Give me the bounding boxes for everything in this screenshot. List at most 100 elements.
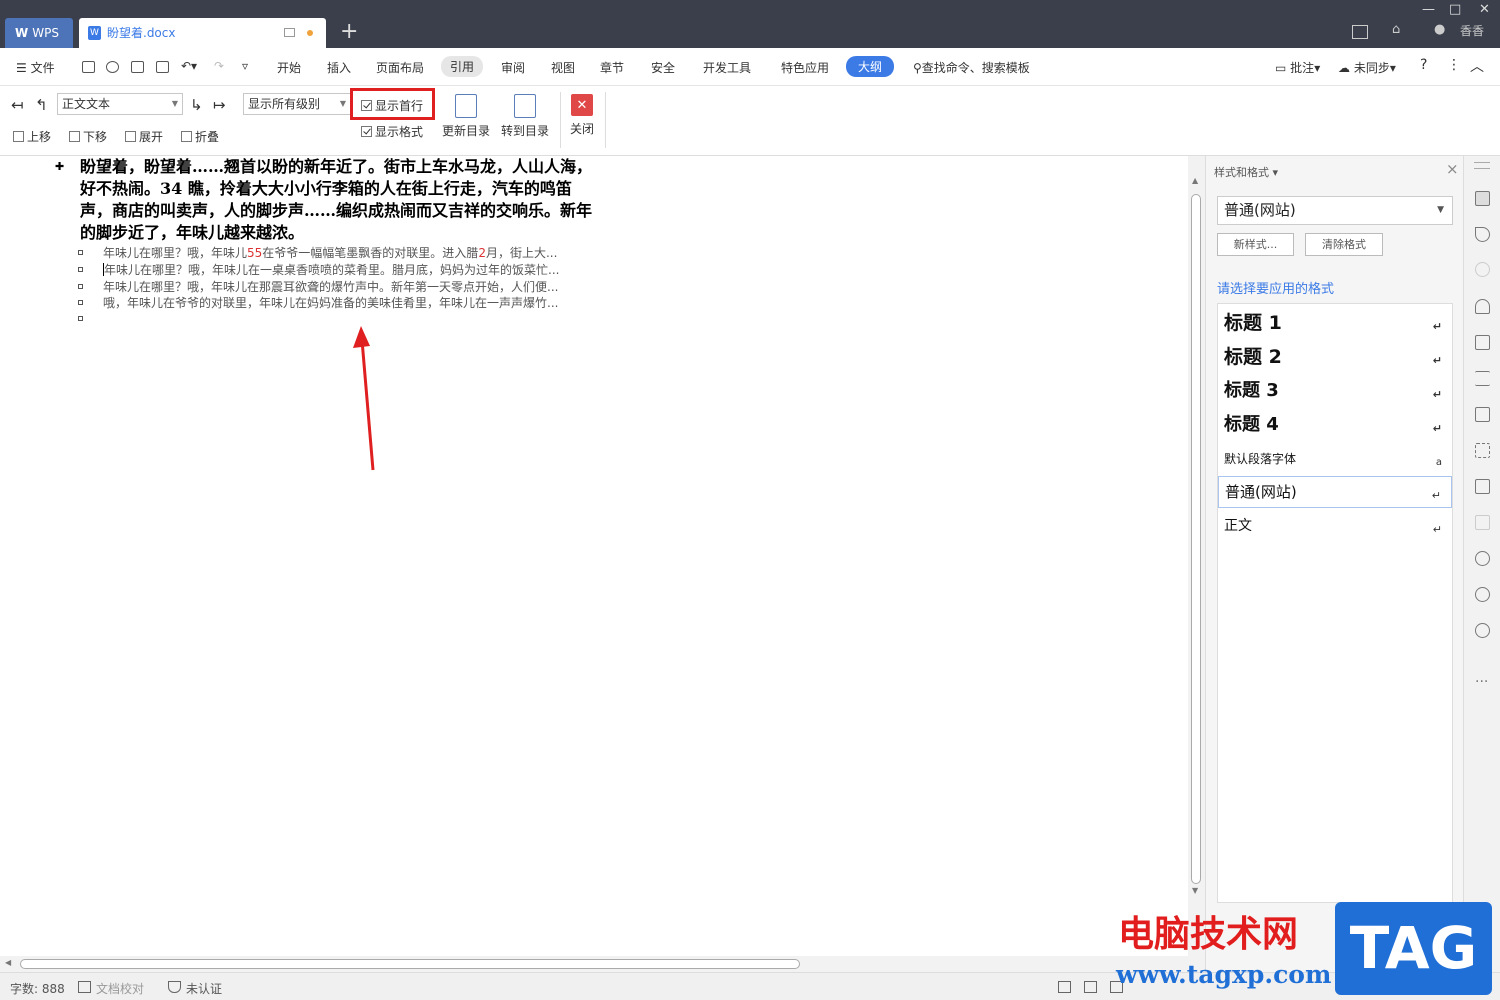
current-style-select[interactable]: 普通(网站) ▼ [1217, 196, 1453, 225]
shirt-skin-icon[interactable]: ⌂ [1392, 22, 1400, 37]
show-level-combo[interactable]: 显示所有级别 ▼ [243, 93, 351, 115]
quick-access-dropdown-icon[interactable]: ▿ [242, 59, 248, 73]
clear-format-button[interactable]: 清除格式 [1305, 233, 1383, 256]
demote-to-body-icon[interactable]: ↦ [213, 96, 226, 114]
command-search[interactable]: ⚲查找命令、搜索模板 [913, 59, 1030, 76]
text-effect-icon[interactable] [1475, 299, 1490, 314]
select-cursor-icon[interactable] [1475, 227, 1490, 242]
demote-icon[interactable]: ↳ [190, 96, 203, 114]
promote-icon[interactable]: ↰ [35, 96, 48, 114]
style-item-body-text[interactable]: 正文 ↵ [1218, 510, 1452, 542]
menu-section[interactable]: 章节 [600, 59, 624, 76]
print-preview-icon[interactable] [156, 61, 169, 73]
scroll-up-icon[interactable]: ▲ [1192, 176, 1198, 185]
horizontal-scroll-thumb[interactable] [20, 959, 800, 969]
undo-icon[interactable]: ↶▾ [181, 59, 197, 73]
close-window-icon[interactable]: ✕ [1479, 2, 1490, 17]
collapse-button[interactable]: 折叠 [181, 128, 219, 145]
expand-button[interactable]: 展开 [125, 128, 163, 145]
vertical-scrollbar[interactable]: ▲ ▼ [1188, 156, 1205, 956]
wps-home-tab[interactable]: W WPS [5, 18, 73, 48]
outline-bullet-icon[interactable] [78, 284, 83, 289]
outline-line-1[interactable]: 年味儿在哪里？哦，年味儿55在爷爷一幅幅笔墨飘香的对联里。进入腊2月，街上大..… [103, 244, 598, 261]
style-item-heading2[interactable]: 标题 2 ↵ [1218, 341, 1452, 373]
proofread-button[interactable]: 文档校对 [96, 980, 144, 997]
horizontal-scrollbar[interactable]: ◀ [0, 956, 1205, 972]
styles-panel-title[interactable]: 样式和格式 ▾ [1214, 164, 1278, 180]
style-brush-icon[interactable] [1475, 191, 1490, 206]
save-icon[interactable] [82, 61, 95, 73]
collapse-ribbon-icon[interactable]: ︿ [1470, 56, 1484, 76]
document-canvas[interactable]: ✚ 盼望着，盼望着……翘首以盼的新年近了。街市上车水马龙，人山人海，好不热闹。3… [0, 156, 1188, 956]
outline-bullet-icon[interactable] [78, 267, 83, 272]
help-icon[interactable]: ? [1420, 57, 1427, 73]
style-item-default-font[interactable]: 默认段落字体 a [1218, 443, 1452, 475]
translate-icon[interactable] [1475, 443, 1490, 458]
outline-line-3[interactable]: 年味儿在哪里？哦，年味儿在那震耳欲聋的爆竹声中。新年第一天零点开始，人们便... [103, 278, 598, 295]
menu-review[interactable]: 审阅 [501, 59, 525, 76]
reading-mode-icon[interactable] [1084, 981, 1097, 993]
comment-menu[interactable]: ▭ 批注▾ [1275, 59, 1320, 76]
menu-developer[interactable]: 开发工具 [703, 59, 751, 76]
sync-menu[interactable]: ☁ 未同步▾ [1338, 59, 1396, 76]
menu-security[interactable]: 安全 [651, 59, 675, 76]
vertical-scroll-thumb[interactable] [1191, 194, 1201, 884]
move-up-button[interactable]: 上移 [13, 128, 51, 145]
scroll-left-icon[interactable]: ◀ [5, 958, 11, 967]
style-item-normal-web[interactable]: 普通(网站) ↵ [1218, 476, 1452, 508]
outline-bullet-icon[interactable] [78, 316, 83, 321]
more-tools-icon[interactable]: ··· [1475, 674, 1488, 690]
settings-sliders-icon[interactable] [1475, 371, 1490, 386]
maximize-icon[interactable]: □ [1449, 2, 1461, 17]
menu-special-apps[interactable]: 特色应用 [781, 59, 829, 76]
table-icon[interactable] [1475, 335, 1490, 350]
menu-outline[interactable]: 大纲 [846, 56, 895, 77]
scroll-down-icon[interactable]: ▼ [1192, 886, 1198, 895]
redo-icon[interactable]: ↷ [214, 59, 224, 73]
move-down-button[interactable]: 下移 [69, 128, 107, 145]
show-format-checkbox[interactable]: 显示格式 [361, 123, 423, 140]
screen-icon[interactable] [284, 28, 295, 37]
menu-page-layout[interactable]: 页面布局 [376, 59, 424, 76]
picture-icon[interactable] [1475, 515, 1490, 530]
outline-level-combo[interactable]: 正文文本 ▼ [57, 93, 183, 115]
heading-expand-marker-icon[interactable]: ✚ [55, 160, 64, 173]
menu-start[interactable]: 开始 [277, 59, 301, 76]
document-tab[interactable]: W 盼望着.docx [79, 18, 326, 48]
outline-line-4[interactable]: 哦，年味儿在爷爷的对联里，年味儿在妈妈准备的美味佳肴里，年味儿在一声声爆竹... [103, 294, 598, 311]
image-search-icon[interactable] [1475, 407, 1490, 422]
file-menu[interactable]: ☰ 文件 [16, 59, 55, 76]
promote-to-heading1-icon[interactable]: ↤ [11, 96, 24, 114]
menu-view[interactable]: 视图 [551, 59, 575, 76]
menu-insert[interactable]: 插入 [327, 59, 351, 76]
minimize-icon[interactable]: — [1422, 2, 1435, 17]
verification-status[interactable]: 未认证 [186, 980, 222, 997]
word-count[interactable]: 字数: 888 [10, 980, 65, 997]
format-painter-icon[interactable] [106, 61, 119, 73]
panel-close-icon[interactable]: × [1446, 160, 1459, 178]
outline-bullet-icon[interactable] [78, 250, 83, 255]
help-circle-icon[interactable] [1475, 623, 1490, 638]
fullscreen-icon[interactable] [1058, 981, 1071, 993]
style-item-heading4[interactable]: 标题 4 ↵ [1218, 409, 1452, 441]
menu-references[interactable]: 引用 [441, 56, 484, 77]
outline-bullet-icon[interactable] [78, 300, 83, 305]
new-style-button[interactable]: 新样式... [1217, 233, 1294, 256]
user-avatar-icon[interactable]: ● [1434, 22, 1445, 37]
print-icon[interactable] [131, 61, 144, 73]
more-icon[interactable]: ⋮ [1447, 57, 1461, 73]
update-toc-button[interactable]: 更新目录 [440, 94, 492, 139]
shield-icon[interactable] [1475, 551, 1490, 566]
page-count-icon[interactable] [1352, 25, 1368, 39]
style-item-heading1[interactable]: 标题 1 ↵ [1218, 307, 1452, 339]
shape-icon[interactable] [1475, 262, 1490, 277]
outline-line-2[interactable]: 年味儿在哪里？哦，年味儿在一桌桌香喷喷的菜肴里。腊月底，妈妈为过年的饭菜忙... [103, 261, 598, 278]
archive-icon[interactable] [1475, 479, 1490, 494]
outline-heading[interactable]: 盼望着，盼望着……翘首以盼的新年近了。街市上车水马龙，人山人海，好不热闹。34 … [80, 156, 600, 244]
history-icon[interactable] [1475, 587, 1490, 602]
new-tab-button[interactable]: + [340, 20, 358, 44]
user-name[interactable]: 香香 [1460, 22, 1484, 39]
style-item-heading3[interactable]: 标题 3 ↵ [1218, 375, 1452, 407]
goto-toc-button[interactable]: 转到目录 [499, 94, 551, 139]
close-outline-button[interactable]: ✕ 关闭 [566, 94, 598, 137]
